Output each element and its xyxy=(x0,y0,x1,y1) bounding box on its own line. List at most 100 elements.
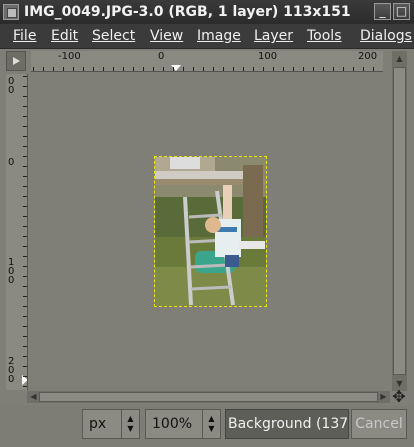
ruler-tick xyxy=(23,316,27,317)
ruler-tick xyxy=(303,67,304,71)
ruler-tick xyxy=(193,67,194,71)
menu-file[interactable]: File xyxy=(13,27,36,45)
ruler-tick xyxy=(23,166,27,167)
ruler-tick xyxy=(23,106,27,107)
ruler-tick xyxy=(283,67,284,71)
ruler-tick xyxy=(23,386,27,387)
ruler-tick xyxy=(23,156,27,157)
ruler-tick xyxy=(313,67,314,71)
ruler-tick xyxy=(123,67,124,71)
ruler-tick xyxy=(163,67,164,71)
ruler-tick xyxy=(23,206,27,207)
ruler-corner-icon[interactable] xyxy=(6,51,26,71)
ruler-label: 100 xyxy=(8,257,15,286)
ruler-tick xyxy=(203,67,204,71)
ruler-tick xyxy=(23,306,27,307)
ruler-tick xyxy=(23,176,27,177)
vertical-scrollbar[interactable]: ▲ ▼ xyxy=(392,51,407,391)
ruler-label: 0 xyxy=(8,157,15,168)
window-title: IMG_0049.JPG-3.0 (RGB, 1 layer) 113x151 xyxy=(24,4,351,20)
ruler-tick xyxy=(53,67,54,71)
ruler-tick xyxy=(23,276,27,277)
ruler-tick xyxy=(23,366,27,367)
ruler-tick xyxy=(23,196,27,197)
ruler-tick xyxy=(23,86,27,87)
menu-dialogs[interactable]: Dialogs xyxy=(360,27,412,45)
ruler-tick xyxy=(133,67,134,71)
window-icon[interactable] xyxy=(3,4,19,20)
ruler-tick xyxy=(33,67,34,71)
move-arrows-icon[interactable]: ✥ xyxy=(391,389,407,405)
ruler-label: 200 xyxy=(8,356,15,385)
zoom-select[interactable]: 100% ▲ ▼ xyxy=(145,409,221,439)
image-layer[interactable] xyxy=(154,156,267,307)
vertical-ruler[interactable]: 00 0 100 200 xyxy=(6,74,28,390)
ruler-tick xyxy=(243,67,244,71)
ruler-tick xyxy=(223,67,224,71)
menu-tools[interactable]: Tools xyxy=(307,27,342,45)
ruler-tick xyxy=(363,67,364,71)
ruler-tick xyxy=(183,67,184,71)
scroll-thumb[interactable] xyxy=(39,392,378,402)
ruler-tick xyxy=(23,296,27,297)
ruler-tick xyxy=(343,67,344,71)
ruler-tick xyxy=(263,67,264,71)
ruler-tick xyxy=(73,67,74,71)
image-canvas[interactable] xyxy=(31,74,383,390)
menu-view[interactable]: View xyxy=(150,27,183,45)
ruler-label: 0 xyxy=(158,51,165,62)
ruler-tick xyxy=(143,67,144,71)
scroll-thumb[interactable] xyxy=(393,67,406,375)
ruler-tick xyxy=(23,336,27,337)
ruler-tick xyxy=(103,67,104,71)
spin-arrows-icon: ▲ ▼ xyxy=(202,410,220,438)
ruler-tick xyxy=(353,67,354,71)
minimize-button[interactable]: _ xyxy=(374,3,391,20)
ruler-tick xyxy=(23,286,27,287)
horizontal-scrollbar[interactable]: ◀ ▶ xyxy=(27,391,390,403)
ruler-tick xyxy=(233,67,234,71)
ruler-tick xyxy=(23,126,27,127)
ruler-tick xyxy=(93,67,94,71)
ruler-tick xyxy=(23,216,27,217)
ruler-tick xyxy=(153,67,154,71)
horizontal-ruler[interactable]: -100 0 100 200 xyxy=(31,51,383,72)
ruler-tick xyxy=(23,256,27,257)
status-bar: px ▲ ▼ 100% ▲ ▼ Background (137 Cancel xyxy=(0,405,414,447)
ruler-tick xyxy=(213,67,214,71)
scroll-right-icon[interactable]: ▶ xyxy=(377,391,390,403)
ruler-tick xyxy=(23,136,27,137)
unit-select[interactable]: px ▲ ▼ xyxy=(82,409,140,439)
menu-image[interactable]: Image xyxy=(197,27,241,45)
ruler-tick xyxy=(23,116,27,117)
ruler-label: 00 xyxy=(8,76,15,96)
unit-value: px xyxy=(89,416,107,432)
ruler-tick xyxy=(23,376,27,377)
ruler-tick xyxy=(293,67,294,71)
scroll-up-icon[interactable]: ▲ xyxy=(393,52,406,65)
ruler-label: 100 xyxy=(258,51,278,62)
ruler-tick xyxy=(373,67,374,71)
layer-status: Background (137 xyxy=(225,409,349,439)
menu-edit[interactable]: Edit xyxy=(51,27,78,45)
ruler-tick xyxy=(23,356,27,357)
menu-select[interactable]: Select xyxy=(92,27,135,45)
cancel-button[interactable]: Cancel xyxy=(351,409,407,439)
menu-bar: File Edit Select View Image Layer Tools … xyxy=(0,24,414,49)
ruler-tick xyxy=(23,236,27,237)
ruler-tick xyxy=(23,326,27,327)
ruler-label: -100 xyxy=(58,51,81,62)
zoom-value: 100% xyxy=(152,416,193,432)
ruler-tick xyxy=(43,67,44,71)
ruler-tick xyxy=(23,266,27,267)
ruler-tick xyxy=(23,226,27,227)
ruler-tick xyxy=(23,146,27,147)
ruler-label: 200 xyxy=(358,51,378,62)
ruler-tick xyxy=(113,67,114,71)
ruler-tick xyxy=(323,67,324,71)
photo xyxy=(155,157,266,306)
ruler-tick xyxy=(333,67,334,71)
ruler-tick xyxy=(173,67,174,71)
menu-layer[interactable]: Layer xyxy=(254,27,293,45)
maximize-button[interactable]: □ xyxy=(393,3,410,20)
